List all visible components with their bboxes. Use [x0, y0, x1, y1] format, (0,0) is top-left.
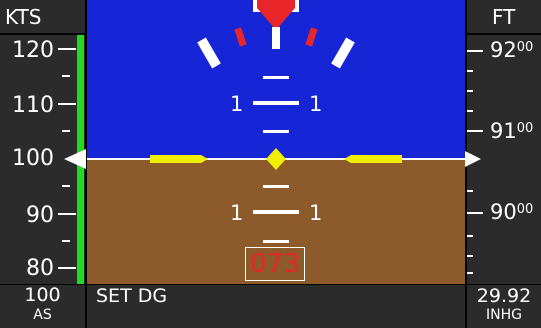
baro-setting-value: 29.92	[476, 285, 532, 307]
bank-tick-left-30	[197, 37, 221, 69]
altitude-label-9200: 9200	[490, 38, 534, 62]
pitch-mark-minus-7-5	[263, 240, 289, 243]
pitch-mark-10-down	[253, 210, 299, 214]
pitch-label-up-left: 1	[230, 92, 244, 116]
pitch-mark-10-up	[253, 101, 299, 105]
bank-tick-0	[272, 27, 280, 49]
pitch-label-up-right: 1	[309, 92, 323, 116]
airspeed-readout-value: 100	[24, 284, 61, 306]
aircraft-right-wing-icon	[344, 155, 402, 163]
airspeed-readout-label: AS	[33, 307, 52, 323]
bank-pointer-icon	[257, 0, 295, 30]
altitude-pointer-icon	[465, 151, 481, 167]
pitch-mark-2-5	[263, 130, 289, 133]
pitch-mark-7-5	[263, 76, 289, 79]
message-text: SET DG	[96, 285, 168, 307]
bank-tick-right-30	[331, 37, 355, 69]
aircraft-left-wing-icon	[150, 155, 208, 163]
pitch-label-down-left: 1	[230, 201, 244, 225]
altitude-label-9000: 9000	[490, 200, 534, 224]
pitch-label-down-right: 1	[309, 201, 323, 225]
bank-tick-left-10	[234, 27, 247, 47]
airspeed-ticks	[58, 48, 76, 269]
airspeed-pointer-icon	[64, 149, 86, 169]
heading-value: 073	[250, 249, 300, 279]
attitude-markings	[150, 0, 402, 243]
bank-tick-right-10	[305, 27, 318, 47]
aircraft-center-icon	[266, 148, 286, 170]
heading-box: 073	[245, 247, 305, 281]
altitude-label-9100: 9100	[490, 119, 534, 143]
baro-setting-unit: INHG	[486, 307, 522, 323]
pitch-mark-minus-2-5	[263, 185, 289, 188]
attitude-indicator: 1 1 1 1 073	[87, 0, 465, 284]
